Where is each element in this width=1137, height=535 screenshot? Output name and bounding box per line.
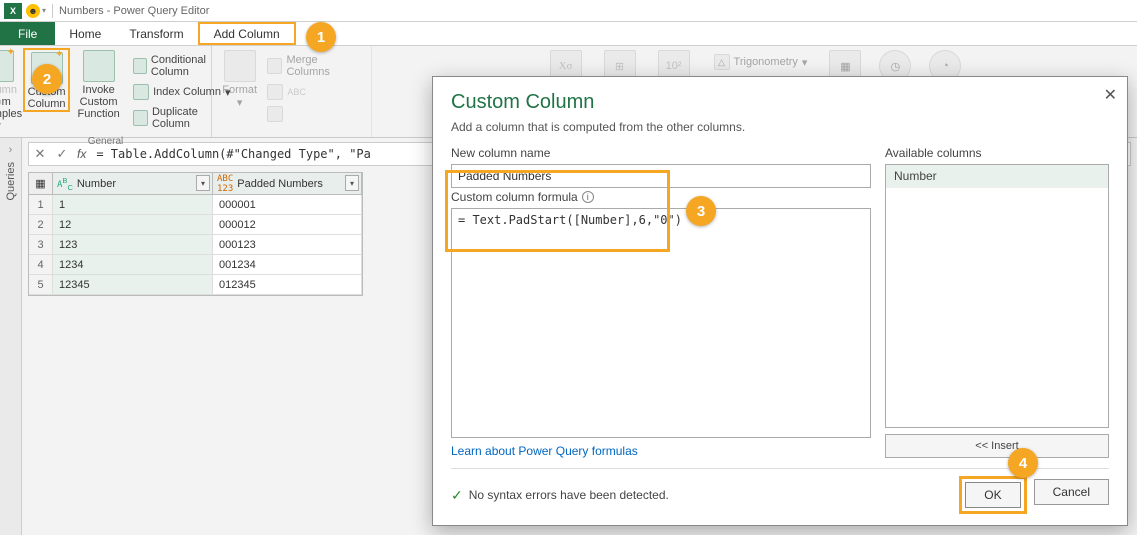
table-row[interactable]: 212000012 xyxy=(29,215,362,235)
queries-label[interactable]: Queries xyxy=(5,162,17,201)
dialog-title: Custom Column xyxy=(451,91,1109,114)
smiley-icon: ☻ xyxy=(26,4,40,18)
type-text-icon: ABC xyxy=(57,176,73,192)
learn-link[interactable]: Learn about Power Query formulas xyxy=(451,444,871,458)
type-any-icon: ABC123 xyxy=(217,174,233,194)
ribbon-group-general: General xyxy=(88,136,124,149)
invoke-custom-function-button[interactable]: Invoke Custom Function xyxy=(70,48,127,120)
formula-commit-icon[interactable]: ✓ xyxy=(51,146,73,162)
check-icon: ✓ xyxy=(451,487,463,504)
expand-queries-icon[interactable]: › xyxy=(9,144,13,156)
table-corner[interactable]: ▦ xyxy=(29,173,53,194)
cell-padded[interactable]: 012345 xyxy=(213,275,362,294)
available-columns-label: Available columns xyxy=(885,146,1109,160)
tab-file[interactable]: File xyxy=(0,22,55,45)
tab-home[interactable]: Home xyxy=(55,22,115,45)
cell-padded[interactable]: 000012 xyxy=(213,215,362,234)
title-bar: X ☻ ▾ Numbers - Power Query Editor xyxy=(0,0,1137,22)
extract-button[interactable]: ABC xyxy=(263,82,363,102)
info-icon[interactable]: i xyxy=(582,191,594,203)
callout-4: 4 xyxy=(1008,448,1038,478)
cell-number[interactable]: 12345 xyxy=(53,275,213,294)
parse-button[interactable] xyxy=(263,104,363,124)
table-row[interactable]: 11000001 xyxy=(29,195,362,215)
table-row[interactable]: 41234001234 xyxy=(29,255,362,275)
merge-columns-button[interactable]: Merge Columns xyxy=(263,52,363,80)
cell-padded[interactable]: 000123 xyxy=(213,235,362,254)
excel-icon: X xyxy=(4,3,22,19)
insert-button[interactable]: << Insert xyxy=(885,434,1109,458)
fx-icon[interactable]: fx xyxy=(73,147,90,161)
ok-button[interactable]: OK xyxy=(965,482,1020,508)
cancel-button[interactable]: Cancel xyxy=(1034,479,1109,505)
cell-padded[interactable]: 001234 xyxy=(213,255,362,274)
table-row[interactable]: 512345012345 xyxy=(29,275,362,295)
callout-3: 3 xyxy=(686,196,716,226)
row-number: 5 xyxy=(29,275,53,294)
cell-number[interactable]: 12 xyxy=(53,215,213,234)
table-row[interactable]: 3123000123 xyxy=(29,235,362,255)
side-panel: › Queries xyxy=(0,138,22,535)
dialog-subtitle: Add a column that is computed from the o… xyxy=(451,120,1109,134)
cell-number[interactable]: 1234 xyxy=(53,255,213,274)
cell-padded[interactable]: 000001 xyxy=(213,195,362,214)
available-columns-list[interactable]: Number xyxy=(885,164,1109,428)
tab-add-column[interactable]: Add Column xyxy=(198,22,296,45)
cell-number[interactable]: 123 xyxy=(53,235,213,254)
format-button[interactable]: Format▾ xyxy=(218,48,261,109)
new-column-name-input[interactable] xyxy=(451,164,871,188)
row-number: 1 xyxy=(29,195,53,214)
column-from-examples-button[interactable]: Column FromExamples ▾ xyxy=(0,48,23,132)
window-title: Numbers - Power Query Editor xyxy=(59,5,209,17)
custom-formula-label: Custom column formula i xyxy=(451,190,871,204)
column-filter-icon[interactable]: ▾ xyxy=(345,175,359,191)
available-column-item[interactable]: Number xyxy=(886,165,1108,188)
column-filter-icon[interactable]: ▾ xyxy=(196,175,210,191)
callout-2: 2 xyxy=(32,64,62,94)
qat-dropdown-icon[interactable]: ▾ xyxy=(42,6,46,15)
row-number: 3 xyxy=(29,235,53,254)
tab-transform[interactable]: Transform xyxy=(115,22,197,45)
trigonometry-button[interactable]: △Trigonometry ▾ xyxy=(710,52,812,72)
cell-number[interactable]: 1 xyxy=(53,195,213,214)
close-icon[interactable]: ✕ xyxy=(1104,85,1117,105)
syntax-status: ✓ No syntax errors have been detected. xyxy=(451,487,669,504)
custom-formula-input[interactable]: = Text.PadStart([Number],6,"0") xyxy=(451,208,871,438)
callout-1: 1 xyxy=(306,22,336,52)
ribbon-tabs: File Home Transform Add Column xyxy=(0,22,1137,46)
column-header-number[interactable]: ABC Number ▾ xyxy=(53,173,213,194)
new-column-name-label: New column name xyxy=(451,146,871,160)
data-table: ▦ ABC Number ▾ ABC123 Padded Numbers ▾ 1… xyxy=(28,172,363,296)
formula-cancel-icon[interactable]: ✕ xyxy=(29,146,51,162)
row-number: 2 xyxy=(29,215,53,234)
row-number: 4 xyxy=(29,255,53,274)
column-header-padded[interactable]: ABC123 Padded Numbers ▾ xyxy=(213,173,362,194)
